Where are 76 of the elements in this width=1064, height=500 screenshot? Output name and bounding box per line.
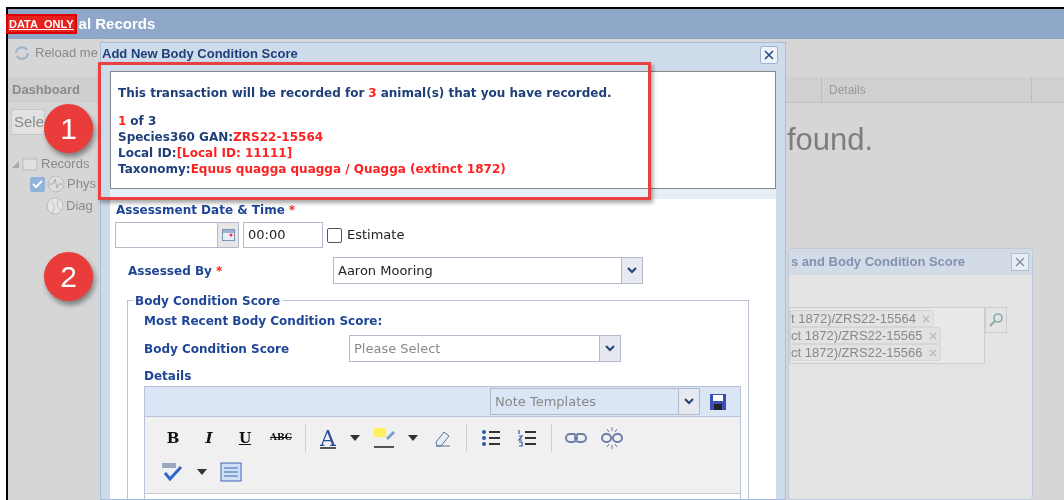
caret-icon <box>605 345 615 352</box>
field-label: Species360 GAN: <box>118 129 234 145</box>
field-label: Assessed By <box>128 262 212 280</box>
italic-button[interactable]: I <box>191 423 227 453</box>
tag-label: ct 1872)/ZRS22-15566 <box>791 343 923 362</box>
fieldset-legend: Body Condition Score <box>133 292 283 310</box>
record-index: 1 <box>118 113 127 129</box>
required-mark: * <box>288 202 296 219</box>
tree-item[interactable]: Records <box>41 154 90 174</box>
highlight-icon <box>372 426 396 450</box>
field-value: ZRS22-15564 <box>233 129 324 145</box>
calendar-button[interactable] <box>217 223 238 247</box>
record-total: of 3 <box>130 113 157 129</box>
bullet-list-icon <box>481 429 501 447</box>
field-label: Taxonomy: <box>118 161 191 177</box>
field-label: Details <box>144 368 193 385</box>
strikethrough-button[interactable]: ABC <box>263 423 299 453</box>
close-icon <box>764 50 774 60</box>
animal-tag[interactable]: ct 1872)/ZRS22-15566 <box>790 344 941 361</box>
pulse-icon <box>47 175 65 193</box>
tree-item[interactable]: Phys <box>67 174 96 194</box>
required-mark: * <box>215 262 223 280</box>
save-icon <box>710 393 726 410</box>
caret-icon <box>350 435 360 441</box>
search-field[interactable]: Sele <box>11 109 45 135</box>
estimate-checkbox[interactable]: Estimate <box>327 225 405 245</box>
close-icon <box>1015 257 1025 267</box>
underline-button[interactable]: U <box>227 423 263 453</box>
dialog-title: s and Body Condition Score <box>790 253 966 272</box>
search-icon <box>989 313 1003 327</box>
close-button[interactable] <box>760 46 778 64</box>
animal-tag[interactable]: t 1872)/ZRS22-15564 <box>790 310 935 327</box>
tag-field[interactable]: t 1872)/ZRS22-15564 ct 1872)/ZRS22-15565 ct 1872)/ZRS22-15566 <box>789 307 985 364</box>
field-label: Body Condition Score <box>144 340 291 358</box>
dialog-title: Add New Body Condition Score <box>102 46 298 61</box>
redaction-label: DATA_ONLY <box>6 13 77 35</box>
remove-icon <box>922 314 931 323</box>
save-button[interactable] <box>710 392 728 411</box>
empty-message: found. <box>787 121 874 159</box>
checkbox[interactable] <box>30 176 45 192</box>
folder-icon <box>22 157 38 171</box>
field-label: Most Recent Body Condition Score: <box>144 313 384 330</box>
remove-icon <box>928 348 937 357</box>
animal-tag[interactable]: ct 1872)/ZRS22-15565 <box>790 327 941 344</box>
caret-icon <box>408 435 418 441</box>
caret-icon <box>684 398 694 405</box>
time-field[interactable]: 00:00 <box>243 222 323 248</box>
date-field[interactable] <box>115 222 239 248</box>
field-value: Equus quagga quagga / Quagga (extinct 1872) <box>190 161 506 177</box>
window-title: al Records <box>78 13 156 34</box>
assessed-by-dropdown[interactable]: Aaron Mooring <box>333 257 643 284</box>
field-label: Assessment Date & Time <box>116 202 285 219</box>
refresh-icon <box>13 45 31 61</box>
font-color-button[interactable]: A <box>312 423 344 453</box>
tag-label: t 1872)/ZRS22-15564 <box>791 309 917 328</box>
bold-button[interactable]: B <box>155 423 191 453</box>
info-text: animal(s) that you have recorded. <box>380 85 612 101</box>
numbered-list-icon <box>517 429 537 447</box>
globe-icon <box>46 197 64 215</box>
info-text: This transaction will be recorded for <box>118 85 365 101</box>
score-dropdown[interactable]: Please Select <box>349 335 621 362</box>
spellcheck-icon <box>161 462 185 482</box>
animal-count: 3 <box>368 85 377 101</box>
caret-icon <box>197 469 207 475</box>
tree-item[interactable]: Diag <box>66 196 93 216</box>
reload-button[interactable]: Reload me <box>8 39 102 67</box>
field-label: Local ID: <box>118 145 177 161</box>
tag-label: ct 1872)/ZRS22-15565 <box>791 326 923 345</box>
field-value: [Local ID: 11111] <box>176 145 293 161</box>
broken-link-icon <box>601 427 623 449</box>
remove-icon <box>928 331 937 340</box>
link-icon <box>565 432 587 444</box>
calendar-icon <box>221 229 235 241</box>
note-templates-dropdown[interactable]: Note Templates <box>490 388 700 415</box>
caret-icon <box>627 267 637 274</box>
document-icon <box>220 462 242 482</box>
